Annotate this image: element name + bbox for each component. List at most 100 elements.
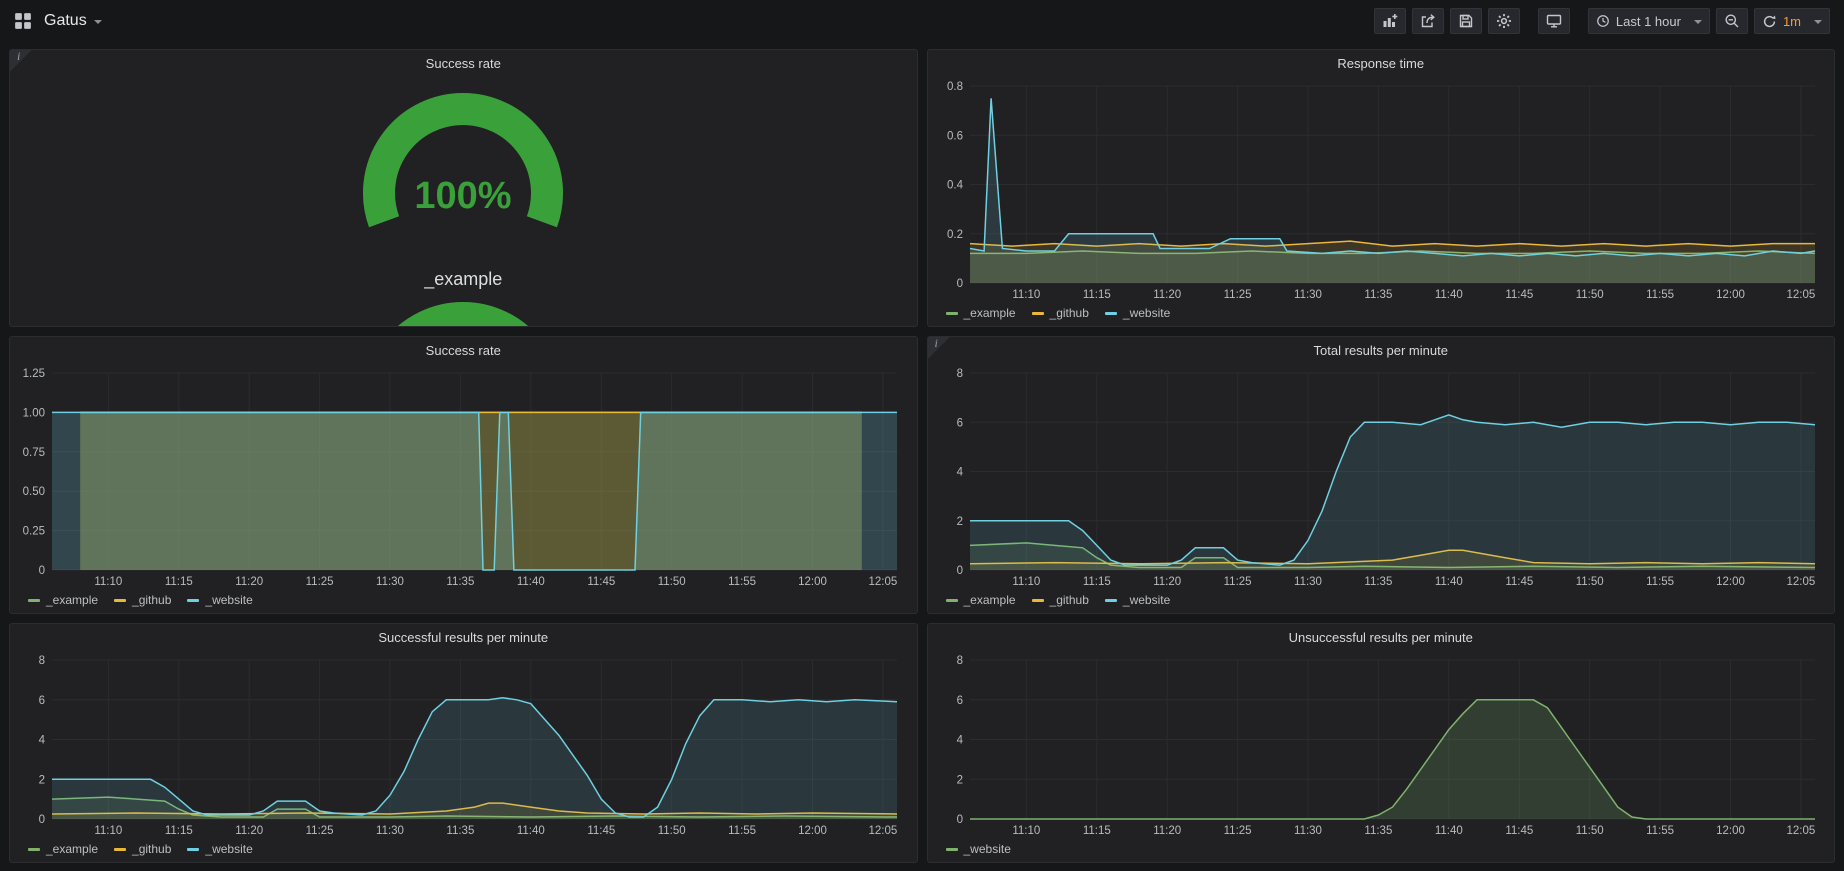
legend-item-github[interactable]: _github [1032, 306, 1089, 320]
chart-svg: 11:1011:1511:2011:2511:3011:3511:4011:45… [934, 77, 1827, 303]
x-tick-label: 11:25 [1223, 825, 1251, 837]
response-time-plot[interactable]: 11:1011:1511:2011:2511:3011:3511:4011:45… [934, 77, 1827, 303]
chart-legend: _example _github _website [16, 839, 909, 859]
panel-title[interactable]: Successful results per minute [10, 624, 917, 651]
x-tick-label: 11:25 [306, 825, 334, 837]
dashboard-title[interactable]: Gatus [44, 12, 102, 30]
panel-title[interactable]: Response time [928, 50, 1835, 77]
legend-series-marker [1105, 312, 1117, 315]
legend-series-marker [28, 599, 40, 602]
legend-series-marker [1105, 599, 1117, 602]
chart-svg: 11:1011:1511:2011:2511:3011:3511:4011:45… [934, 364, 1827, 590]
add-panel-button[interactable] [1374, 8, 1406, 34]
legend-item-website[interactable]: _website [187, 842, 252, 856]
x-tick-label: 11:55 [728, 825, 756, 837]
dashboard-grid-icon[interactable] [14, 12, 32, 30]
x-tick-label: 11:15 [1082, 576, 1110, 588]
refresh-picker[interactable]: 1m [1754, 8, 1830, 34]
x-tick-label: 11:45 [587, 825, 615, 837]
x-tick-label: 11:50 [1575, 825, 1603, 837]
x-tick-label: 11:30 [1294, 825, 1322, 837]
legend-item-example[interactable]: _example [28, 593, 98, 607]
legend-series-label: _website [205, 593, 252, 607]
y-tick-label: 4 [956, 467, 963, 479]
legend-series-label: _github [1050, 306, 1089, 320]
legend-item-website[interactable]: _website [946, 842, 1011, 856]
x-tick-label: 11:30 [376, 576, 404, 588]
navbar: Gatus [0, 0, 1844, 42]
successful-results-plot[interactable]: 11:1011:1511:2011:2511:3011:3511:4011:45… [16, 651, 909, 839]
y-tick-label: 0.6 [947, 130, 963, 142]
save-button[interactable] [1450, 8, 1482, 34]
legend-item-github[interactable]: _github [114, 842, 171, 856]
x-tick-label: 11:55 [728, 576, 756, 588]
gauge-arc-svg: 100% [318, 290, 608, 327]
panel-info-icon[interactable]: i [10, 50, 32, 72]
settings-button[interactable] [1488, 8, 1520, 34]
x-tick-label: 12:05 [1786, 576, 1815, 588]
x-tick-label: 12:00 [1716, 825, 1745, 837]
legend-series-marker [946, 848, 958, 851]
legend-item-example[interactable]: _example [28, 842, 98, 856]
legend-series-label: _github [1050, 593, 1089, 607]
y-tick-label: 0.75 [23, 447, 45, 459]
y-tick-label: 1.00 [23, 407, 45, 419]
y-tick-label: 4 [956, 735, 963, 747]
cycle-view-button[interactable] [1538, 8, 1570, 34]
share-button[interactable] [1412, 8, 1444, 34]
y-tick-label: 1.25 [23, 368, 45, 380]
series-area-website [52, 412, 897, 570]
legend-series-label: _website [205, 842, 252, 856]
x-tick-label: 11:40 [1434, 289, 1462, 301]
x-tick-label: 12:00 [798, 576, 827, 588]
legend-series-label: _example [964, 593, 1016, 607]
panel-title[interactable]: Success rate [10, 50, 917, 77]
panel-title[interactable]: Success rate [10, 337, 917, 364]
legend-item-example[interactable]: _example [946, 306, 1016, 320]
unsuccessful-results-plot[interactable]: 11:1011:1511:2011:2511:3011:3511:4011:45… [934, 651, 1827, 839]
legend-item-website[interactable]: _website [187, 593, 252, 607]
zoom-out-icon [1724, 13, 1740, 29]
legend-item-website[interactable]: _website [1105, 306, 1170, 320]
x-tick-label: 11:55 [1646, 576, 1674, 588]
x-tick-label: 11:10 [94, 576, 122, 588]
zoom-out-button[interactable] [1716, 8, 1748, 34]
x-tick-label: 11:20 [235, 576, 263, 588]
total-results-plot[interactable]: 11:1011:1511:2011:2511:3011:3511:4011:45… [934, 364, 1827, 590]
x-tick-label: 11:45 [1505, 289, 1533, 301]
x-tick-label: 11:30 [1294, 576, 1322, 588]
x-tick-label: 12:00 [798, 825, 827, 837]
gauge-github: 100%_github [318, 290, 608, 327]
panel-unsuccessful-results: Unsuccessful results per minute 11:1011:… [927, 623, 1836, 863]
caret-down-icon [1694, 20, 1702, 24]
y-tick-label: 0 [956, 814, 962, 826]
chart-legend: _example _github _website [16, 590, 909, 610]
y-tick-label: 0.50 [23, 486, 45, 498]
time-range-picker[interactable]: Last 1 hour [1588, 8, 1710, 34]
panel-title[interactable]: Total results per minute [928, 337, 1835, 364]
legend-series-marker [187, 848, 199, 851]
x-tick-label: 11:30 [376, 825, 404, 837]
panel-title[interactable]: Unsuccessful results per minute [928, 624, 1835, 651]
x-tick-label: 11:35 [1364, 825, 1392, 837]
legend-item-example[interactable]: _example [946, 593, 1016, 607]
time-range-label: Last 1 hour [1616, 14, 1681, 29]
legend-series-marker [114, 599, 126, 602]
success-rate-plot[interactable]: 11:1011:1511:2011:2511:3011:3511:4011:45… [16, 364, 909, 590]
x-tick-label: 11:45 [1505, 825, 1533, 837]
legend-series-label: _github [132, 593, 171, 607]
legend-item-github[interactable]: _github [1032, 593, 1089, 607]
panel-success-rate-gauges: i Success rate 100%_example100%_github78… [9, 49, 918, 327]
legend-series-label: _example [964, 306, 1016, 320]
legend-item-website[interactable]: _website [1105, 593, 1170, 607]
y-tick-label: 0 [956, 278, 962, 290]
navbar-right: Last 1 hour 1m [1374, 8, 1830, 34]
legend-item-github[interactable]: _github [114, 593, 171, 607]
panel-info-icon[interactable]: i [928, 337, 950, 359]
chart-legend: _example _github _website [934, 590, 1827, 610]
legend-series-marker [1032, 312, 1044, 315]
x-tick-label: 11:20 [1153, 576, 1181, 588]
refresh-icon [1762, 14, 1777, 29]
panel-body: 11:1011:1511:2011:2511:3011:3511:4011:45… [928, 651, 1835, 862]
x-tick-label: 12:00 [1716, 289, 1745, 301]
